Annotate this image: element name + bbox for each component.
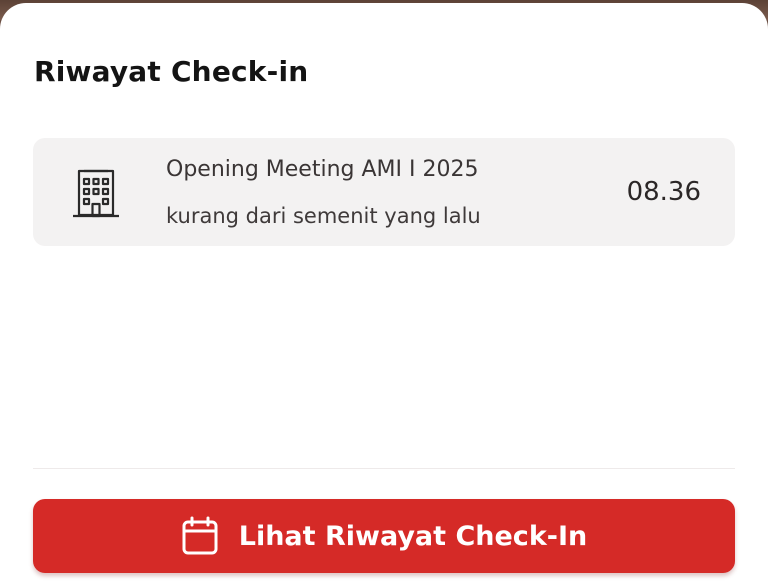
- checkin-time: 08.36: [626, 177, 701, 207]
- view-checkin-history-button[interactable]: Lihat Riwayat Check-In: [33, 499, 735, 573]
- checkin-relative-time: kurang dari semenit yang lalu: [166, 204, 481, 228]
- view-checkin-history-label: Lihat Riwayat Check-In: [238, 520, 588, 552]
- checkin-event-title: Opening Meeting AMI I 2025: [166, 157, 479, 182]
- bottom-sheet: Riwayat Check-in Opening Meeting AMI I 2…: [0, 3, 768, 585]
- calendar-icon: [182, 516, 218, 555]
- building-icon: [73, 169, 119, 218]
- sheet-title: Riwayat Check-in: [34, 55, 309, 88]
- checkin-history-item[interactable]: Opening Meeting AMI I 2025 kurang dari s…: [33, 138, 735, 246]
- divider: [33, 468, 735, 469]
